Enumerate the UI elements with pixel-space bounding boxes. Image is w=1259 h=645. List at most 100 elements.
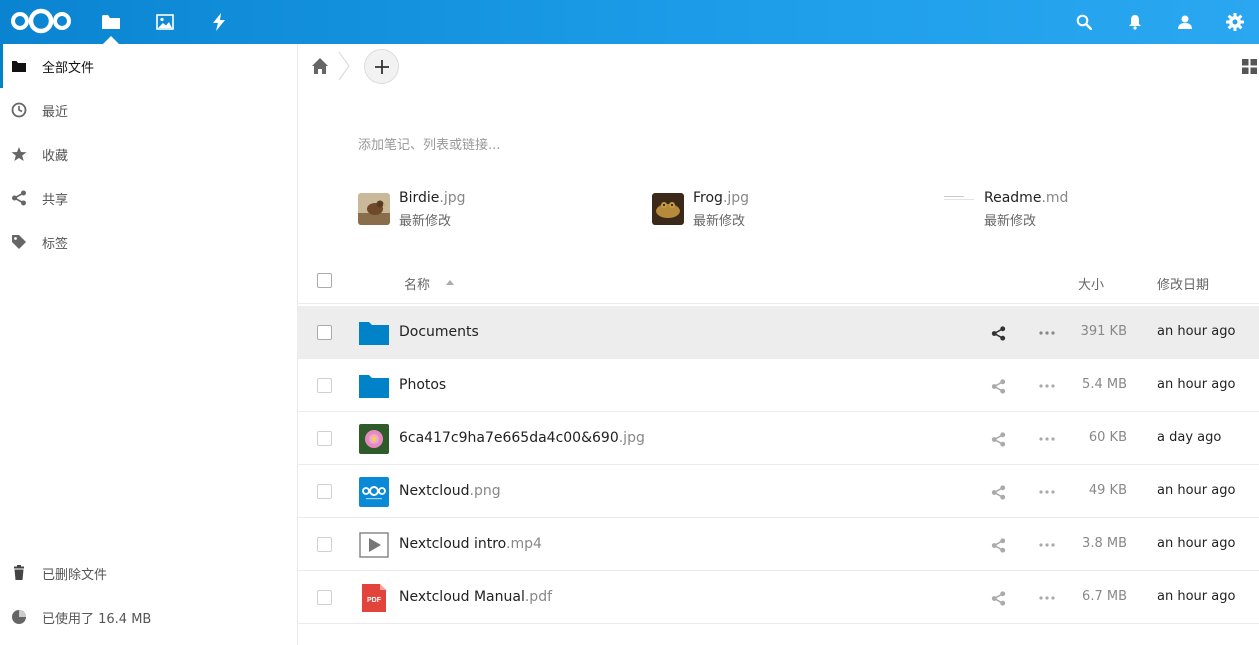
- recent-file-subtitle: 最新修改: [693, 214, 746, 229]
- file-size: 49 KB: [1088, 483, 1127, 498]
- files-icon: [102, 15, 120, 29]
- file-row-nextcloud-intro-mp4[interactable]: Nextcloud intro.mp4 3.8 MB an hour ago: [298, 518, 1259, 571]
- notes-input[interactable]: 添加笔记、列表或链接...: [358, 134, 500, 153]
- file-table-header: 名称 大小 修改日期: [298, 260, 1259, 304]
- file-row-nextcloud-manual-pdf[interactable]: PDF Nextcloud Manual.pdf 6.7 MB an hour …: [298, 571, 1259, 624]
- star-icon: [11, 147, 27, 161]
- folder-icon: [359, 375, 389, 398]
- share-icon[interactable]: [991, 326, 1006, 341]
- breadcrumb-separator-icon: [338, 52, 350, 80]
- recent-file-readme[interactable]: Readme.md 最新修改: [943, 190, 1103, 229]
- select-all-checkbox[interactable]: [317, 273, 332, 288]
- sidebar-item-tags[interactable]: 标签: [0, 220, 297, 264]
- sidebar-item-quota[interactable]: 已使用了 16.4 MB: [0, 595, 297, 639]
- file-name: Nextcloud Manual.pdf: [399, 589, 553, 605]
- contacts-button[interactable]: [1165, 0, 1205, 44]
- recent-file-name: Birdie.jpg: [399, 190, 466, 206]
- row-checkbox[interactable]: [317, 325, 332, 340]
- quota-pie-icon: [12, 610, 26, 624]
- sidebar-item-deleted-files[interactable]: 已删除文件: [0, 551, 297, 595]
- search-button[interactable]: [1064, 0, 1104, 44]
- trash-icon: [14, 565, 24, 580]
- file-name: Nextcloud intro.mp4: [399, 536, 542, 552]
- row-checkbox[interactable]: [317, 484, 332, 499]
- activity-app-button[interactable]: [199, 0, 239, 44]
- file-modified-date: an hour ago: [1157, 536, 1236, 551]
- folder-icon: [12, 61, 26, 72]
- file-size: 6.7 MB: [1082, 589, 1127, 604]
- sidebar: 全部文件 最近 收藏 共享 标签 已删除文件 已使用了 16.4 MB: [0, 44, 298, 645]
- column-header-name[interactable]: 名称: [404, 274, 430, 293]
- share-icon[interactable]: [991, 485, 1006, 500]
- home-icon[interactable]: [311, 57, 329, 75]
- row-checkbox[interactable]: [317, 590, 332, 605]
- share-icon[interactable]: [991, 379, 1006, 394]
- row-checkbox[interactable]: [317, 378, 332, 393]
- clock-icon: [11, 102, 27, 118]
- file-size: 60 KB: [1088, 430, 1127, 445]
- file-row-documents[interactable]: Documents 391 KB an hour ago: [298, 306, 1259, 359]
- bird-thumbnail-icon: [358, 193, 390, 225]
- share-icon: [12, 190, 26, 206]
- file-modified-date: an hour ago: [1157, 324, 1236, 339]
- sidebar-item-label: 收藏: [42, 149, 69, 164]
- activity-icon: [213, 13, 225, 31]
- recent-file-name: Frog.jpg: [693, 190, 750, 206]
- recent-file-name: Readme.md: [984, 190, 1069, 206]
- text-document-thumbnail-icon: [943, 193, 975, 225]
- sidebar-item-label: 共享: [42, 193, 69, 208]
- share-icon[interactable]: [991, 538, 1006, 553]
- video-icon: [359, 532, 389, 558]
- pdf-icon: PDF: [362, 584, 386, 612]
- nextcloud-thumbnail-icon: [359, 477, 389, 507]
- share-icon[interactable]: [991, 591, 1006, 606]
- file-modified-date: an hour ago: [1157, 589, 1236, 604]
- grid-view-toggle-icon[interactable]: [1242, 59, 1257, 74]
- new-file-button[interactable]: [364, 49, 399, 84]
- file-row-nextcloud-png[interactable]: Nextcloud.png 49 KB an hour ago: [298, 465, 1259, 518]
- settings-button[interactable]: [1215, 0, 1255, 44]
- file-row-photos[interactable]: Photos 5.4 MB an hour ago: [298, 359, 1259, 412]
- sort-ascending-icon[interactable]: [446, 280, 454, 285]
- search-icon: [1076, 14, 1092, 30]
- column-header-modified[interactable]: 修改日期: [1157, 274, 1209, 293]
- gallery-icon: [156, 14, 174, 30]
- file-name: Photos: [399, 377, 447, 393]
- row-checkbox[interactable]: [317, 537, 332, 552]
- gear-icon: [1226, 13, 1244, 31]
- file-name: 6ca417c9ha7e665da4c00&690.jpg: [399, 430, 645, 446]
- notifications-button[interactable]: [1115, 0, 1155, 44]
- tag-icon: [12, 235, 26, 249]
- file-name: Nextcloud.png: [399, 483, 501, 499]
- row-checkbox[interactable]: [317, 431, 332, 446]
- share-icon[interactable]: [991, 432, 1006, 447]
- plus-icon: [374, 59, 389, 74]
- file-modified-date: an hour ago: [1157, 483, 1236, 498]
- sidebar-item-favorites[interactable]: 收藏: [0, 132, 297, 176]
- svg-text:PDF: PDF: [367, 597, 382, 604]
- nextcloud-logo-icon[interactable]: [10, 8, 72, 34]
- main-content: 添加笔记、列表或链接... Birdie.jpg 最新修改 Frog.jpg 最…: [298, 44, 1259, 645]
- frog-thumbnail-icon: [652, 193, 684, 225]
- file-size: 391 KB: [1080, 324, 1127, 339]
- sidebar-item-all-files[interactable]: 全部文件: [0, 44, 297, 88]
- file-name: Documents: [399, 324, 479, 340]
- sidebar-item-recent[interactable]: 最近: [0, 88, 297, 132]
- gallery-app-button[interactable]: [145, 0, 185, 44]
- sidebar-item-label: 最近: [42, 105, 69, 120]
- sidebar-item-shares[interactable]: 共享: [0, 176, 297, 220]
- active-app-indicator: [103, 36, 119, 44]
- contacts-icon: [1178, 15, 1192, 29]
- bell-icon: [1129, 15, 1141, 30]
- column-header-size[interactable]: 大小: [1078, 274, 1104, 293]
- recent-file-birdie[interactable]: Birdie.jpg 最新修改: [358, 190, 508, 229]
- folder-icon: [359, 322, 389, 345]
- file-row-image-jpg[interactable]: 6ca417c9ha7e665da4c00&690.jpg 60 KB a da…: [298, 412, 1259, 465]
- flower-thumbnail-icon: [359, 424, 389, 454]
- sidebar-item-label: 全部文件: [42, 61, 95, 76]
- file-size: 3.8 MB: [1082, 536, 1127, 551]
- recent-file-frog[interactable]: Frog.jpg 最新修改: [652, 190, 802, 229]
- file-modified-date: a day ago: [1157, 430, 1222, 445]
- recent-file-subtitle: 最新修改: [984, 214, 1037, 229]
- recent-file-subtitle: 最新修改: [399, 214, 452, 229]
